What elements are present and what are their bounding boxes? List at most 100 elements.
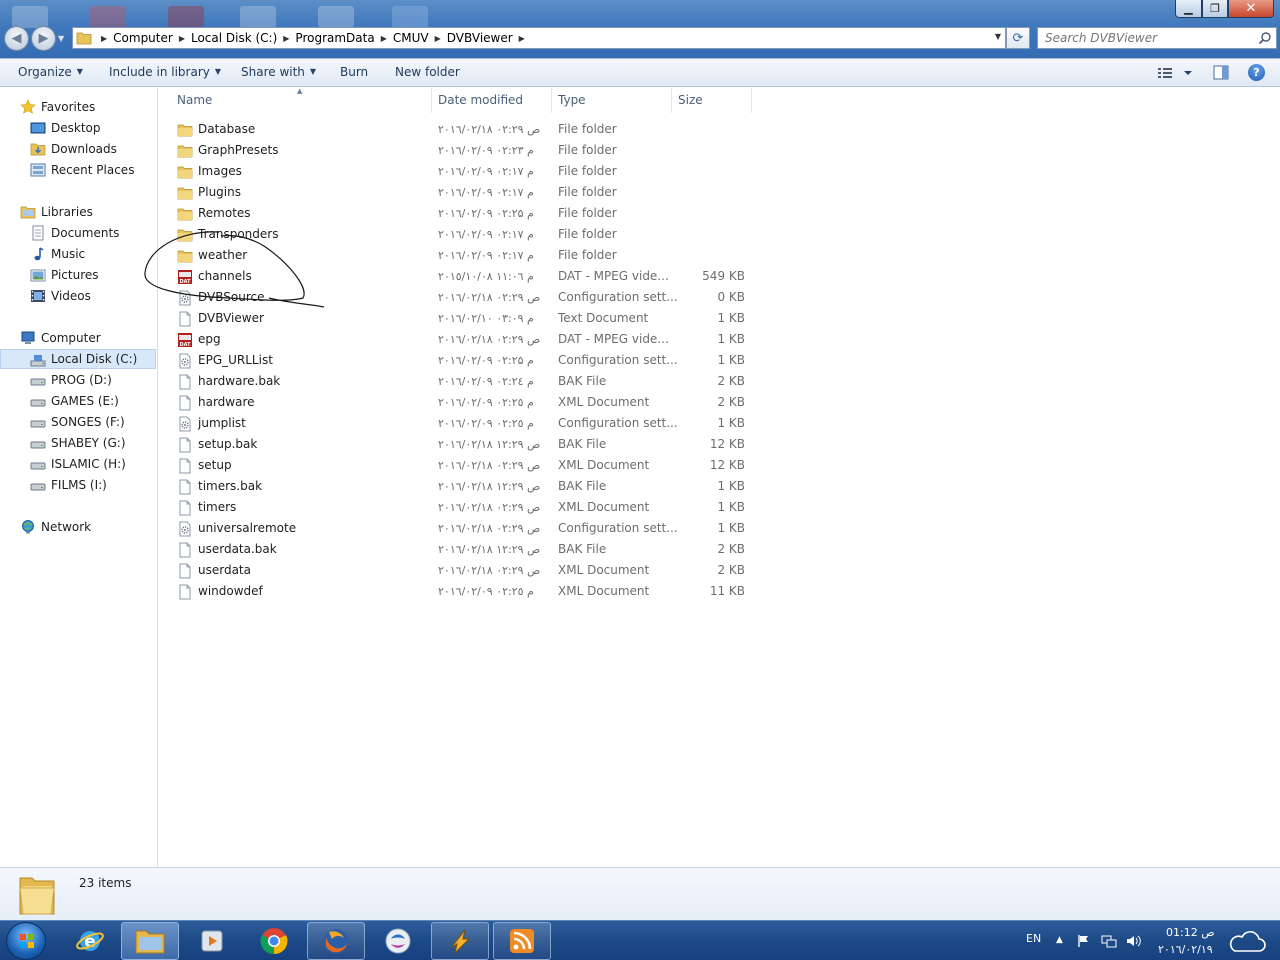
- file-row[interactable]: GraphPresets ۲۰۱٦/۰۲/۰۹ م ۰۲:۲۳ File folde…: [171, 140, 755, 161]
- back-button[interactable]: ◀: [4, 26, 29, 51]
- sidebar-item-downloads[interactable]: Downloads: [0, 139, 156, 159]
- hard-drive-icon: [30, 441, 46, 449]
- file-row[interactable]: Remotes ۲۰۱٦/۰۲/۰۹ م ۰۲:۲۵ File folder: [171, 203, 755, 224]
- clock-time[interactable]: 01:12 ص: [1166, 926, 1215, 939]
- file-row[interactable]: jumplist ۲۰۱٦/۰۲/۰۹ م ۰۲:۲٥ Configuration …: [171, 413, 755, 434]
- file-row[interactable]: Database ۲۰۱٦/۰۲/۱۸ ص ۰۲:۲۹ File folder: [171, 119, 755, 140]
- file-row[interactable]: hardware.bak ۲۰۱٦/۰۲/۰۹ م ۰۲:۲٤ BAK File 2 …: [171, 371, 755, 392]
- sidebar-item-computer[interactable]: Computer: [0, 328, 156, 348]
- search-icon[interactable]: [1258, 31, 1272, 45]
- new-folder-button[interactable]: New folder: [395, 65, 460, 79]
- sidebar-item-prog-d[interactable]: PROG (D:): [0, 370, 156, 390]
- sidebar-item-islamic-h[interactable]: ISLAMIC (H:): [0, 454, 156, 474]
- file-type: BAK File: [558, 542, 607, 556]
- column-divider[interactable]: [431, 88, 432, 113]
- breadcrumb-separator-icon[interactable]: ▶: [173, 34, 191, 43]
- column-divider[interactable]: [551, 88, 552, 113]
- clock-date[interactable]: ۲۰۱٦/۰۲/۱۹: [1158, 943, 1213, 956]
- sidebar-item-pictures[interactable]: Pictures: [0, 265, 156, 285]
- file-size: 2 KB: [717, 542, 745, 556]
- file-row[interactable]: windowdef ۲۰۱٦/۰۲/۰۹ م ۰۲:۲٥ XML Document 1…: [171, 581, 755, 602]
- organize-menu[interactable]: Organize ▼: [18, 65, 83, 79]
- show-hidden-icons-icon[interactable]: ▲: [1056, 935, 1063, 945]
- taskbar-media-player[interactable]: [183, 922, 241, 960]
- breadcrumb-separator-icon[interactable]: ▶: [375, 34, 393, 43]
- close-button[interactable]: ✕: [1228, 0, 1274, 18]
- forward-button[interactable]: ▶: [31, 26, 56, 51]
- column-header-name[interactable]: Name: [177, 93, 212, 107]
- breadcrumb-computer[interactable]: Computer: [113, 31, 173, 45]
- breadcrumb-separator-icon[interactable]: ▶: [95, 34, 113, 43]
- maximize-button[interactable]: ❐: [1202, 0, 1228, 18]
- action-center-flag-icon[interactable]: [1077, 934, 1091, 948]
- sidebar-item-games-e[interactable]: GAMES (E:): [0, 391, 156, 411]
- network-connection-icon[interactable]: [1101, 934, 1117, 948]
- help-button[interactable]: ?: [1248, 64, 1265, 81]
- file-row[interactable]: Plugins ۲۰۱٦/۰۲/۰۹ م ۰۲:۱۷ File folder: [171, 182, 755, 203]
- sidebar-item-favorites[interactable]: Favorites: [0, 97, 156, 117]
- breadcrumb-separator-icon[interactable]: ▶: [429, 34, 447, 43]
- taskbar-rss-reader[interactable]: [493, 922, 551, 960]
- file-row[interactable]: DAT epg ۲۰۱٦/۰۲/۱۸ ص ۰۲:۲۹ DAT - MPEG vide.…: [171, 329, 755, 350]
- file-row[interactable]: EPG_URLList ۲۰۱٦/۰۲/۰۹ م ۰۲:۲۵ Configurati…: [171, 350, 755, 371]
- sidebar-item-desktop[interactable]: Desktop: [0, 118, 156, 138]
- file-row[interactable]: setup.bak ۲۰۱٦/۰۲/۱۸ ص ۱۲:۲۹ BAK File 12 KB: [171, 434, 755, 455]
- column-header-size[interactable]: Size: [678, 93, 703, 107]
- refresh-button[interactable]: ⟳: [1006, 27, 1030, 49]
- taskbar-chrome[interactable]: [245, 922, 303, 960]
- file-row[interactable]: hardware ۲۰۱٦/۰۲/۰۹ م ۰۲:۲٥ XML Document 2 …: [171, 392, 755, 413]
- share-with-menu[interactable]: Share with ▼: [241, 65, 316, 79]
- column-divider[interactable]: [671, 88, 672, 113]
- column-header-date-modified[interactable]: Date modified: [438, 93, 523, 107]
- preview-pane-button[interactable]: [1213, 65, 1229, 80]
- taskbar-winamp[interactable]: [431, 922, 489, 960]
- address-bar[interactable]: ▶ Computer ▶ Local Disk (C:) ▶ ProgramDa…: [72, 27, 1006, 49]
- breadcrumb-programdata[interactable]: ProgramData: [295, 31, 374, 45]
- sidebar-item-local-disk-c[interactable]: Local Disk (C:): [0, 349, 156, 369]
- taskbar-firefox[interactable]: [307, 922, 365, 960]
- breadcrumb-cmuv[interactable]: CMUV: [393, 31, 429, 45]
- address-history-dropdown[interactable]: ▼: [995, 32, 1001, 41]
- burn-button[interactable]: Burn: [340, 65, 368, 79]
- file-name: Database: [198, 122, 256, 136]
- breadcrumb-separator-icon[interactable]: ▶: [277, 34, 295, 43]
- breadcrumb-local-disk[interactable]: Local Disk (C:): [191, 31, 277, 45]
- sidebar-item-label: FILMS (I:): [51, 478, 107, 492]
- taskbar-windows-explorer[interactable]: [121, 922, 179, 960]
- file-row[interactable]: universalremote ۲۰۱٦/۰۲/۱۸ ص ۰۲:۲۹ Configu…: [171, 518, 755, 539]
- sidebar-item-music[interactable]: Music: [0, 244, 156, 264]
- sidebar-item-libraries[interactable]: Libraries: [0, 202, 156, 222]
- taskbar-messenger[interactable]: [369, 922, 427, 960]
- sidebar-item-films-i[interactable]: FILMS (I:): [0, 475, 156, 495]
- search-box[interactable]: [1037, 27, 1277, 49]
- start-button[interactable]: [6, 922, 46, 960]
- share-with-label: Share with: [241, 65, 305, 79]
- file-row[interactable]: userdata ۲۰۱٦/۰۲/۱۸ ص ۰۲:۲۹ XML Document 2 …: [171, 560, 755, 581]
- column-divider[interactable]: [751, 88, 752, 113]
- file-row[interactable]: Images ۲۰۱٦/۰۲/۰۹ م ۰۲:۱۷ File folder: [171, 161, 755, 182]
- view-details-icon: [1158, 68, 1192, 78]
- chevron-down-icon: ▼: [309, 67, 317, 76]
- file-row[interactable]: setup ۲۰۱٦/۰۲/۱۸ ص ۰۲:۲۹ XML Document 12 KB: [171, 455, 755, 476]
- sidebar-item-shabey-g[interactable]: SHABEY (G:): [0, 433, 156, 453]
- taskbar-internet-explorer[interactable]: e: [61, 922, 119, 960]
- column-header-type[interactable]: Type: [558, 93, 586, 107]
- file-row[interactable]: timers ۲۰۱٦/۰۲/۱۸ ص ۰۲:۲۹ XML Document 1 KB: [171, 497, 755, 518]
- sidebar-item-network[interactable]: Network: [0, 517, 156, 537]
- sidebar-item-documents[interactable]: Documents: [0, 223, 156, 243]
- search-input[interactable]: [1038, 28, 1248, 48]
- breadcrumb-dvbviewer[interactable]: DVBViewer: [447, 31, 513, 45]
- volume-speaker-icon[interactable]: [1126, 934, 1142, 948]
- file-row[interactable]: userdata.bak ۲۰۱٦/۰۲/۱۸ ص ۱۲:۲۹ BAK File 2 …: [171, 539, 755, 560]
- sidebar-item-videos[interactable]: Videos: [0, 286, 156, 306]
- minimize-button[interactable]: ▁: [1175, 0, 1202, 18]
- sidebar-item-songes-f[interactable]: SONGES (F:): [0, 412, 156, 432]
- sidebar-item-recent-places[interactable]: Recent Places: [0, 160, 156, 180]
- language-indicator[interactable]: EN: [1026, 932, 1041, 945]
- change-view-button[interactable]: [1157, 64, 1197, 82]
- file-row[interactable]: timers.bak ۲۰۱٦/۰۲/۱۸ ص ۱۲:۲۹ BAK File 1 KB: [171, 476, 755, 497]
- recent-pages-dropdown[interactable]: ▼: [58, 34, 64, 43]
- breadcrumb-separator-icon[interactable]: ▶: [513, 34, 531, 43]
- weather-cloud-icon[interactable]: [1227, 925, 1267, 957]
- include-in-library-menu[interactable]: Include in library ▼: [109, 65, 221, 79]
